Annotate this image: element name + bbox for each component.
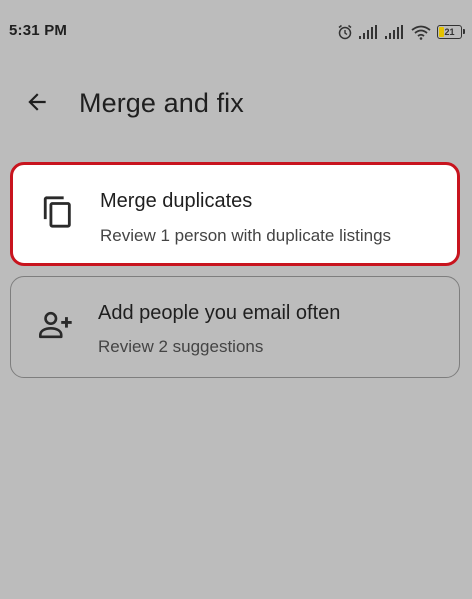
status-bar: 5:31 PM 21	[0, 0, 472, 64]
wifi-icon	[411, 25, 431, 40]
status-time: 5:31 PM	[9, 22, 68, 39]
battery-level-text: 21	[444, 26, 455, 37]
add-people-subtitle: Review 2 suggestions	[98, 337, 264, 356]
merge-duplicates-subtitle: Review 1 person with duplicate listings	[100, 226, 392, 245]
back-button[interactable]	[20, 87, 54, 121]
alarm-icon	[337, 24, 353, 40]
top-app-bar: Merge and fix	[0, 70, 472, 140]
arrow-back-icon	[24, 89, 50, 120]
signal-icon	[359, 25, 379, 39]
signal-icon	[385, 25, 405, 39]
page-title: Merge and fix	[79, 88, 244, 118]
add-people-title: Add people you email often	[98, 302, 341, 324]
battery-icon: 21	[437, 25, 465, 39]
copy-icon	[41, 195, 75, 229]
status-icons: 21	[337, 23, 465, 41]
merge-duplicates-card[interactable]: Merge duplicates Review 1 person with du…	[10, 162, 460, 266]
person-add-icon	[39, 308, 73, 342]
battery-level-fill	[439, 27, 444, 37]
add-people-card[interactable]: Add people you email often Review 2 sugg…	[10, 276, 460, 378]
merge-duplicates-title: Merge duplicates	[100, 190, 253, 212]
